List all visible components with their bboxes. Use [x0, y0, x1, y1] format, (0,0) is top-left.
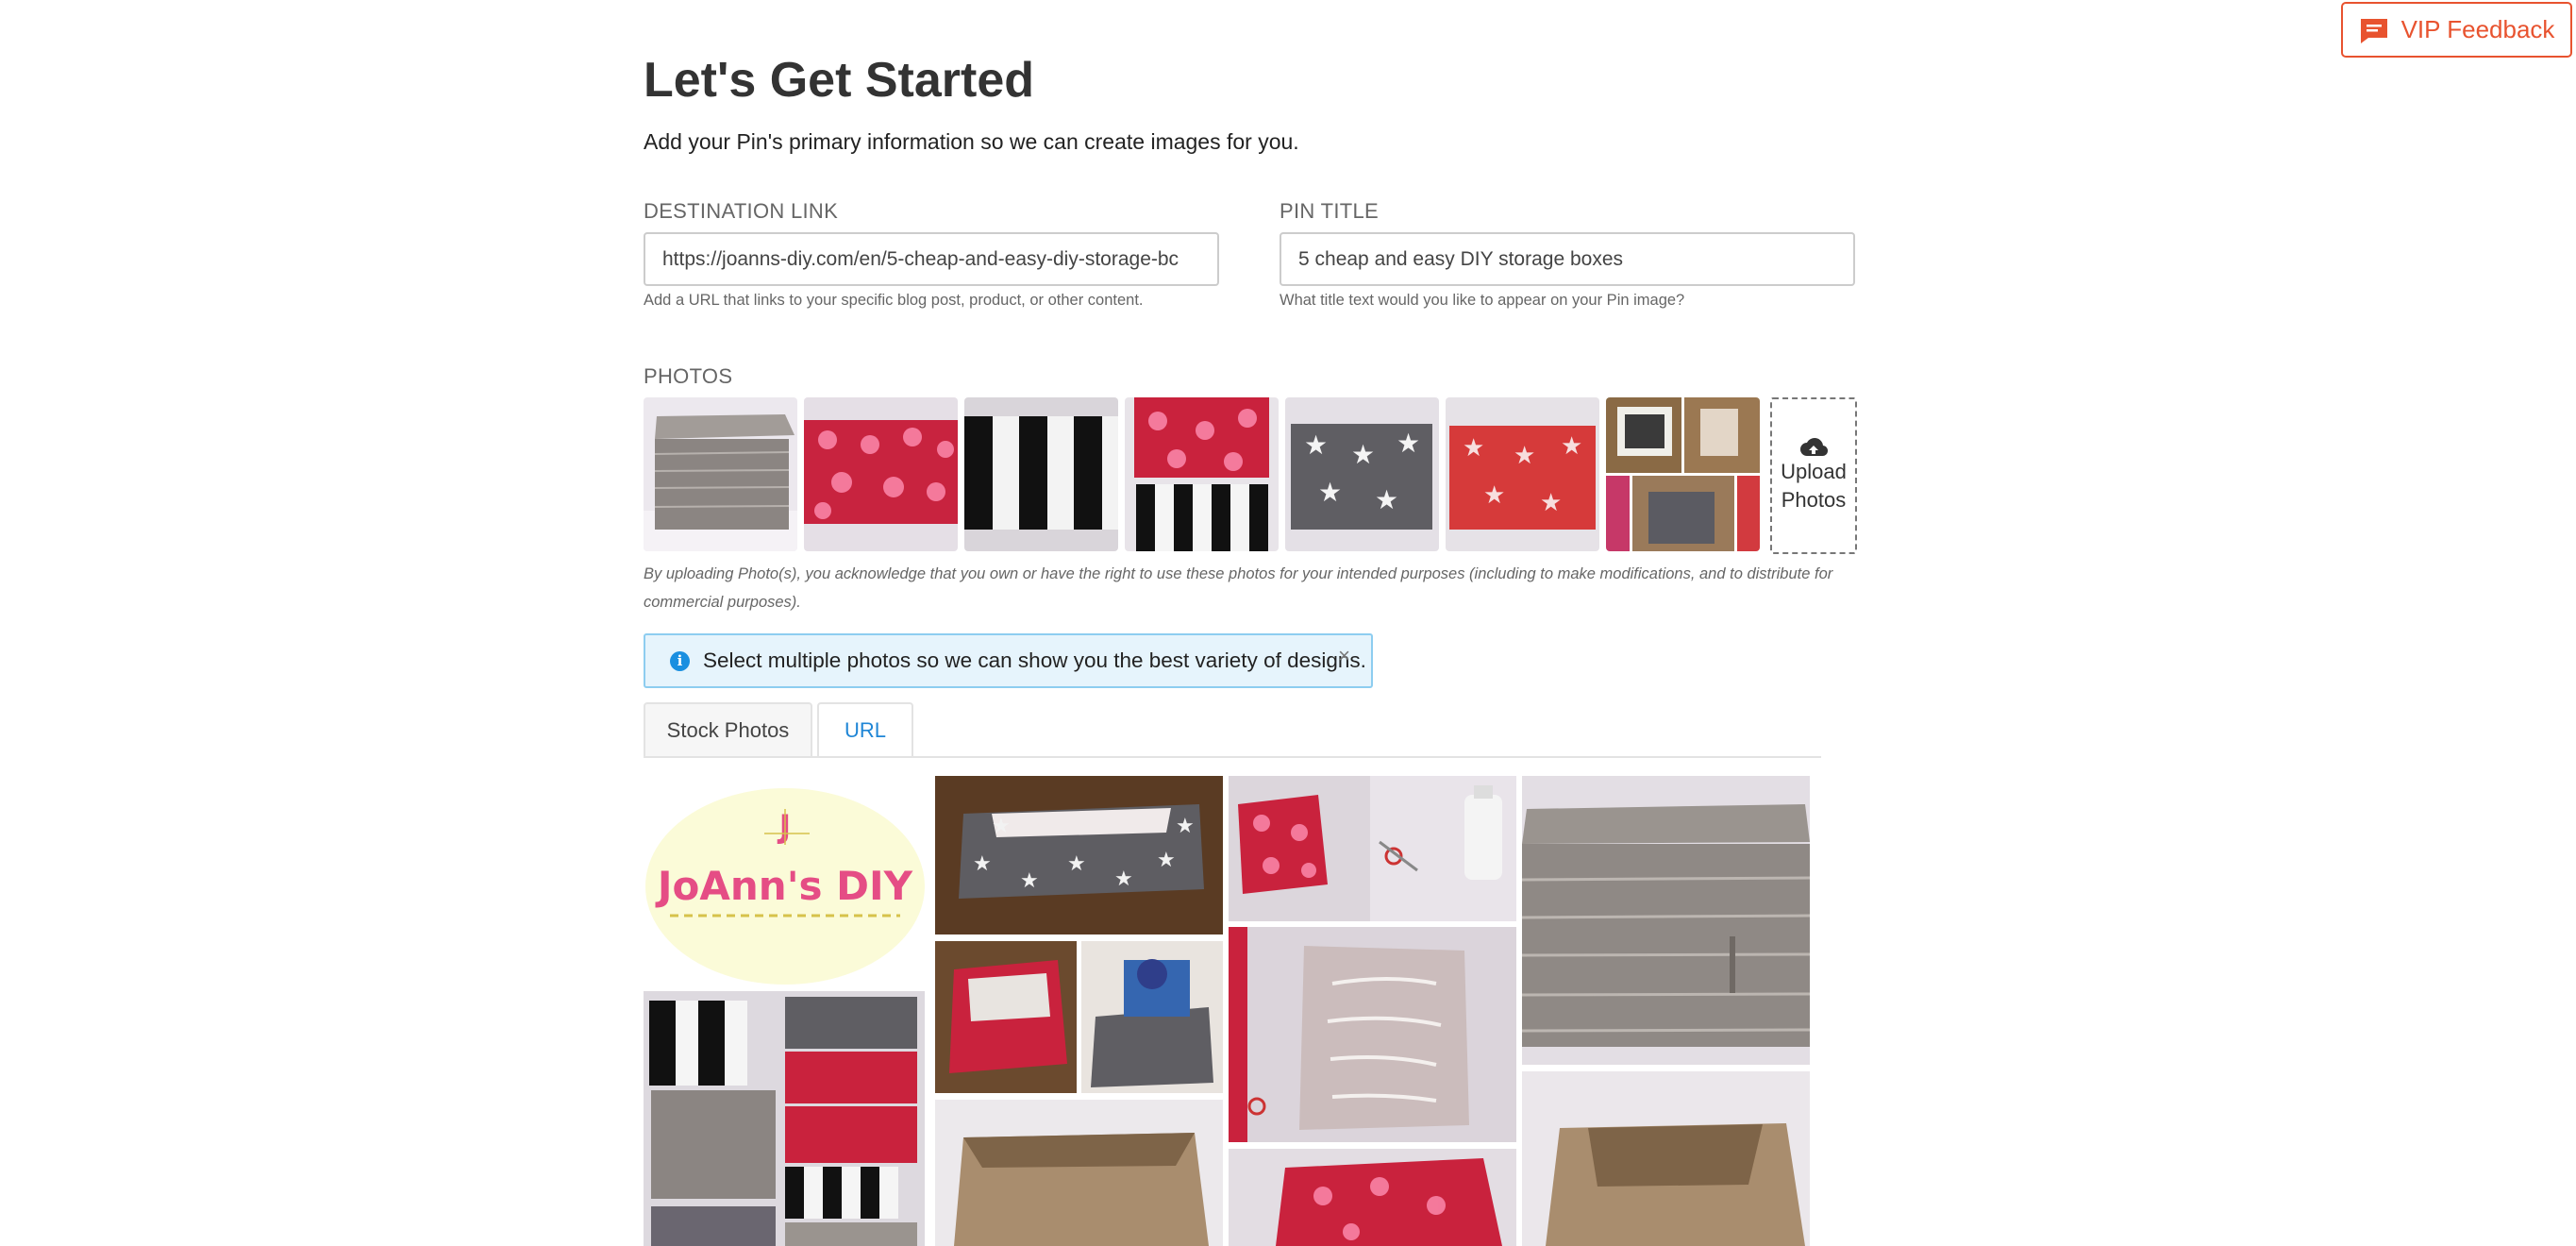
info-alert-message: Select multiple photos so we can show yo… [703, 648, 1366, 672]
upload-photos-label: Upload Photos [1781, 460, 1847, 512]
svg-text:★: ★ [1397, 428, 1420, 459]
photo-thumbnail[interactable]: ★ ★ ★ ★ ★ [1446, 397, 1599, 551]
destination-link-label: DESTINATION LINK [644, 199, 839, 223]
svg-text:★: ★ [1020, 869, 1039, 893]
svg-text:★: ★ [992, 815, 1011, 838]
svg-text:★: ★ [1114, 867, 1133, 891]
pin-title-input[interactable] [1280, 232, 1855, 286]
svg-text:★: ★ [973, 852, 992, 876]
vip-feedback-label: VIP Feedback [2400, 15, 2555, 43]
svg-text:★: ★ [1463, 434, 1484, 463]
grid-image[interactable]: ★ ★ ★ ★ ★ ★ ★ [935, 776, 1223, 934]
page-title: Let's Get Started [644, 53, 1035, 108]
svg-text:★: ★ [1351, 439, 1375, 470]
close-icon[interactable]: × [1338, 644, 1350, 668]
destination-link-input[interactable] [644, 232, 1219, 286]
svg-text:★: ★ [1176, 815, 1195, 838]
photo-thumbnail[interactable]: ★ ★ ★ ★ ★ [1285, 397, 1439, 551]
photos-disclaimer: By uploading Photo(s), you acknowledge t… [644, 565, 1833, 611]
grid-image[interactable] [1229, 776, 1516, 921]
info-alert: i Select multiple photos so we can show … [644, 633, 1373, 688]
grid-image[interactable] [1522, 1071, 1810, 1246]
grid-image[interactable] [1522, 776, 1810, 1065]
svg-text:★: ★ [1375, 484, 1398, 515]
pin-title-label: PIN TITLE [1280, 199, 1379, 223]
svg-text:★: ★ [1514, 442, 1535, 470]
vip-feedback-button[interactable]: VIP Feedback [2341, 2, 2572, 58]
tab-stock-photos[interactable]: Stock Photos [644, 702, 812, 758]
logo-text: JoAnn's DIY [655, 863, 913, 909]
grid-image[interactable] [935, 941, 1223, 1093]
photo-thumbnail[interactable] [1125, 397, 1279, 551]
grid-image[interactable] [644, 991, 925, 1246]
svg-text:★: ★ [1540, 489, 1562, 517]
svg-text:★: ★ [1067, 852, 1086, 876]
tabs-divider [644, 756, 1821, 758]
svg-text:★: ★ [1318, 477, 1342, 508]
cloud-upload-icon [1800, 438, 1828, 457]
grid-image[interactable] [935, 1100, 1223, 1246]
grid-image[interactable] [1229, 1149, 1516, 1246]
logo-image[interactable]: J JoAnn's DIY [644, 781, 925, 986]
grid-image[interactable] [1229, 927, 1516, 1142]
photo-thumbnail[interactable] [964, 397, 1118, 551]
svg-text:★: ★ [1561, 432, 1582, 461]
svg-text:★: ★ [1157, 849, 1176, 872]
page-subtitle: Add your Pin's primary information so we… [644, 129, 1299, 154]
photo-thumbnail[interactable] [1606, 397, 1760, 551]
info-icon: i [670, 650, 690, 671]
upload-photos-button[interactable]: Upload Photos [1770, 397, 1857, 554]
svg-text:J: J [778, 808, 792, 846]
svg-text:★: ★ [1304, 429, 1328, 461]
photo-thumbnail[interactable] [644, 397, 797, 551]
chat-bubble-icon [2360, 18, 2387, 43]
tab-url[interactable]: URL [817, 702, 913, 758]
svg-text:★: ★ [1483, 481, 1505, 510]
pin-title-help: What title text would you like to appear… [1280, 292, 1685, 309]
photo-thumbnail[interactable] [804, 397, 958, 551]
destination-link-help: Add a URL that links to your specific bl… [644, 292, 1144, 309]
photos-label: PHOTOS [644, 364, 733, 388]
